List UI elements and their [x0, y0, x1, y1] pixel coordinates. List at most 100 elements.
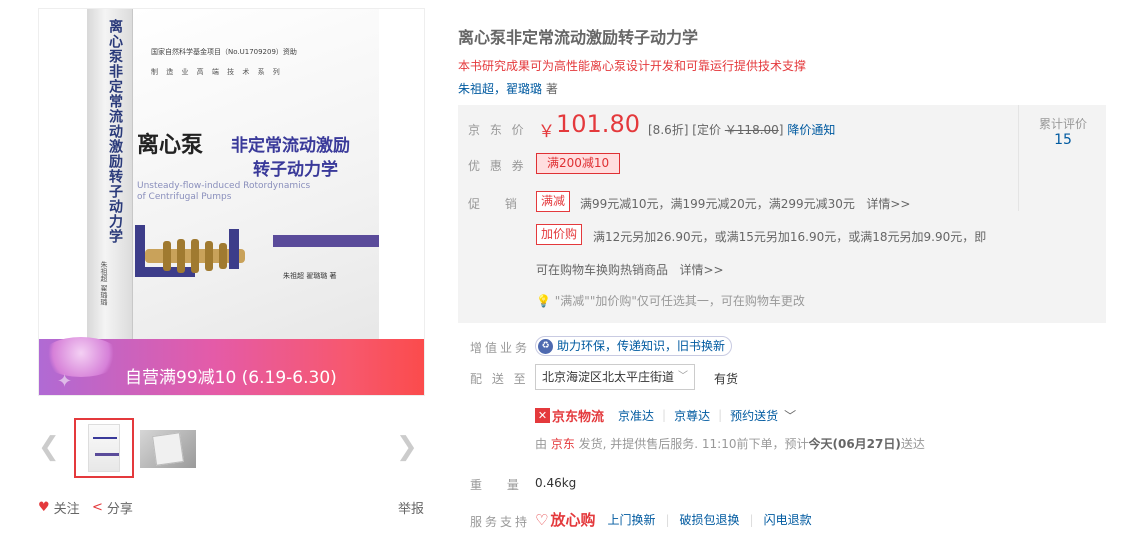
cover-accent-bar: [273, 235, 379, 247]
rotor-illustration: [135, 225, 245, 277]
price-summary-panel: 京 东 价 ￥ 101.80 [8.6折] [定价 ￥118.00] 降价通知 …: [458, 105, 1106, 323]
chevron-left-icon[interactable]: ❮: [38, 432, 60, 462]
cover-author: 朱祖超 翟璐璐 著: [283, 272, 337, 280]
cover-english-line1: Unsteady-flow-induced Rotordynamics: [137, 181, 311, 191]
service-damage-return[interactable]: 破损包退换: [680, 511, 740, 528]
promo-banner-text: 自营满99减10 (6.19-6.30): [125, 368, 337, 388]
logistics-row: ✕ 京东物流 京准达 | 京尊达 | 预约送货 ﹀: [535, 405, 796, 425]
vas-trade-in-button[interactable]: ♻ 助力环保，传递知识，旧书换新: [535, 336, 733, 356]
coupon-tag[interactable]: 满200减10: [536, 153, 621, 174]
rating-count[interactable]: 15: [1019, 132, 1107, 148]
rating-box[interactable]: 累计评价 15: [1018, 105, 1106, 211]
service-row: ♡ 放心购 上门换新 | 破损包退换 | 闪电退款: [535, 509, 812, 530]
product-subtitle: 本书研究成果可为高性能离心泵设计开发和可靠运行提供技术支撑: [458, 59, 807, 73]
jd-logistics-icon: ✕: [535, 407, 550, 423]
promo-full-reduction: 满99元减10元，满199元减20元，满299元减30元 详情>>: [580, 195, 910, 212]
service-flash-refund[interactable]: 闪电退款: [764, 511, 812, 528]
list-price-close: ]: [778, 123, 784, 137]
heart-icon: ♥: [38, 500, 50, 515]
promo-add-on-text: 满12元另加26.90元，或满15元另加16.90元，或满18元另加9.90元，…: [593, 230, 987, 244]
promo-add-on-line2: 可在购物车换购热销商品 详情>>: [536, 261, 724, 278]
list-price-label: [定价: [692, 123, 721, 137]
thumbnail-book-photo: [152, 432, 184, 466]
thumbnail-strip: ❮ ❯: [38, 418, 425, 480]
thumbnail-1[interactable]: [74, 418, 134, 478]
spine-author: 朱祖超 翟璐璐: [100, 261, 108, 306]
price-value: 101.80: [556, 110, 640, 138]
weight-label: 重 量: [470, 478, 522, 492]
ship-suffix: 送达: [900, 437, 925, 451]
service-door-replacement[interactable]: 上门换新: [607, 511, 655, 528]
rating-label: 累计评价: [1038, 117, 1087, 131]
option-jingzunda[interactable]: 京尊达: [674, 407, 710, 424]
author-suffix: 著: [542, 82, 558, 96]
report-label: 举报: [398, 502, 425, 517]
divider: |: [749, 512, 754, 527]
divider: |: [662, 408, 667, 422]
main-image-preview[interactable]: 离心泵非定常流动激励转子动力学 朱祖超 翟璐璐 国家自然科学基金项目（No.U1…: [38, 8, 425, 396]
follow-button[interactable]: ♥ 关注: [38, 498, 80, 517]
divider: |: [718, 408, 723, 422]
promotion-label: 促 销: [468, 197, 520, 211]
promo-banner[interactable]: ✦ 自营满99减10 (6.19-6.30): [39, 337, 424, 395]
promo-add-on-details-link[interactable]: 详情>>: [679, 263, 723, 277]
chevron-down-icon: ﹀: [678, 371, 689, 382]
book-spine: 离心泵非定常流动激励转子动力学 朱祖超 翟璐璐: [87, 9, 133, 361]
chevron-right-icon[interactable]: ❯: [396, 432, 418, 462]
stock-status: 有货: [714, 372, 739, 386]
cover-english-line2: of Centrifugal Pumps: [137, 192, 232, 202]
address-selector[interactable]: 北京海淀区北太平庄街道 ﹀: [535, 364, 696, 390]
option-scheduled-delivery[interactable]: 预约送货: [730, 407, 778, 424]
product-title: 离心泵非定常流动激励转子动力学: [458, 28, 699, 47]
sparkle-icon: ✦: [57, 371, 73, 392]
coupon-label: 优 惠 券: [468, 159, 527, 173]
cover-title-part1: 离心泵: [137, 132, 204, 158]
price-currency: ￥: [538, 122, 555, 142]
heart-outline-icon: ♡: [535, 510, 549, 529]
discount-rate: [8.6折]: [648, 123, 689, 137]
thumbnail-title-line: [93, 437, 117, 439]
share-icon: <: [92, 500, 103, 515]
jd-logistics-brand: 京东物流: [552, 409, 605, 425]
share-button[interactable]: < 分享: [92, 498, 133, 517]
cover-title-part2: 非定常流动激励: [231, 136, 350, 156]
thumbnail-2[interactable]: [140, 430, 196, 468]
fangxingou-brand: 放心购: [550, 511, 596, 529]
chevron-down-icon[interactable]: ﹀: [784, 407, 796, 424]
promo-tip: 💡 "满减""加价购"仅可任选其一，可在购物车更改: [536, 292, 805, 309]
promo-tag-add-on: 加价购: [536, 224, 583, 245]
promo-tag-full-reduction: 满减: [536, 191, 571, 212]
spine-title: 离心泵非定常流动激励转子动力学: [107, 19, 123, 244]
price-drop-notice-link[interactable]: 降价通知: [787, 123, 835, 137]
book-image: 离心泵非定常流动激励转子动力学 朱祖超 翟璐璐 国家自然科学基金项目（No.U1…: [87, 9, 379, 361]
author-link[interactable]: 朱祖超，翟璐璐: [458, 82, 542, 96]
gallery-actions: ♥ 关注 < 分享 举报: [38, 498, 425, 518]
thumbnail-bar: [95, 453, 119, 456]
promo-full-reduction-details-link[interactable]: 详情>>: [866, 197, 910, 211]
vas-pill-text: 助力环保，传递知识，旧书换新: [557, 339, 726, 353]
follow-label: 关注: [53, 502, 80, 517]
delivery-label: 配 送 至: [470, 372, 529, 386]
jd-logistics-logo: ✕ 京东物流: [535, 406, 604, 425]
share-label: 分享: [106, 502, 133, 517]
vas-label: 增值业务: [470, 341, 531, 355]
divider: |: [665, 512, 670, 527]
list-price: ￥118.00: [724, 123, 779, 137]
service-label: 服务支持: [470, 515, 531, 529]
promo-full-reduction-text: 满99元减10元，满199元减20元，满299元减30元: [580, 197, 855, 211]
lightbulb-icon: 💡: [536, 294, 551, 308]
ship-seller-link[interactable]: 京东: [551, 437, 575, 451]
report-link[interactable]: 举报: [398, 498, 424, 517]
promo-add-on-text2: 可在购物车换购热销商品: [536, 263, 669, 277]
promo-tip-text: "满减""加价购"仅可任选其一，可在购物车更改: [554, 294, 805, 308]
weight-value: 0.46kg: [535, 476, 577, 490]
thumbnail-book-cover: [88, 424, 120, 472]
cover-fund-note: 国家自然科学基金项目（No.U1709209）资助: [151, 48, 297, 56]
cover-title-part3: 转子动力学: [253, 160, 338, 180]
address-text: 北京海淀区北太平庄街道: [542, 370, 675, 384]
shipping-info: 由 京东 发货, 并提供售后服务. 11:10前下单，预计今天(06月27日)送…: [535, 435, 925, 452]
banner-orb-decoration: [41, 337, 121, 377]
ship-prefix: 由: [535, 437, 551, 451]
fangxingou-logo: ♡ 放心购: [535, 509, 595, 530]
option-jingzhunda[interactable]: 京准达: [618, 407, 654, 424]
